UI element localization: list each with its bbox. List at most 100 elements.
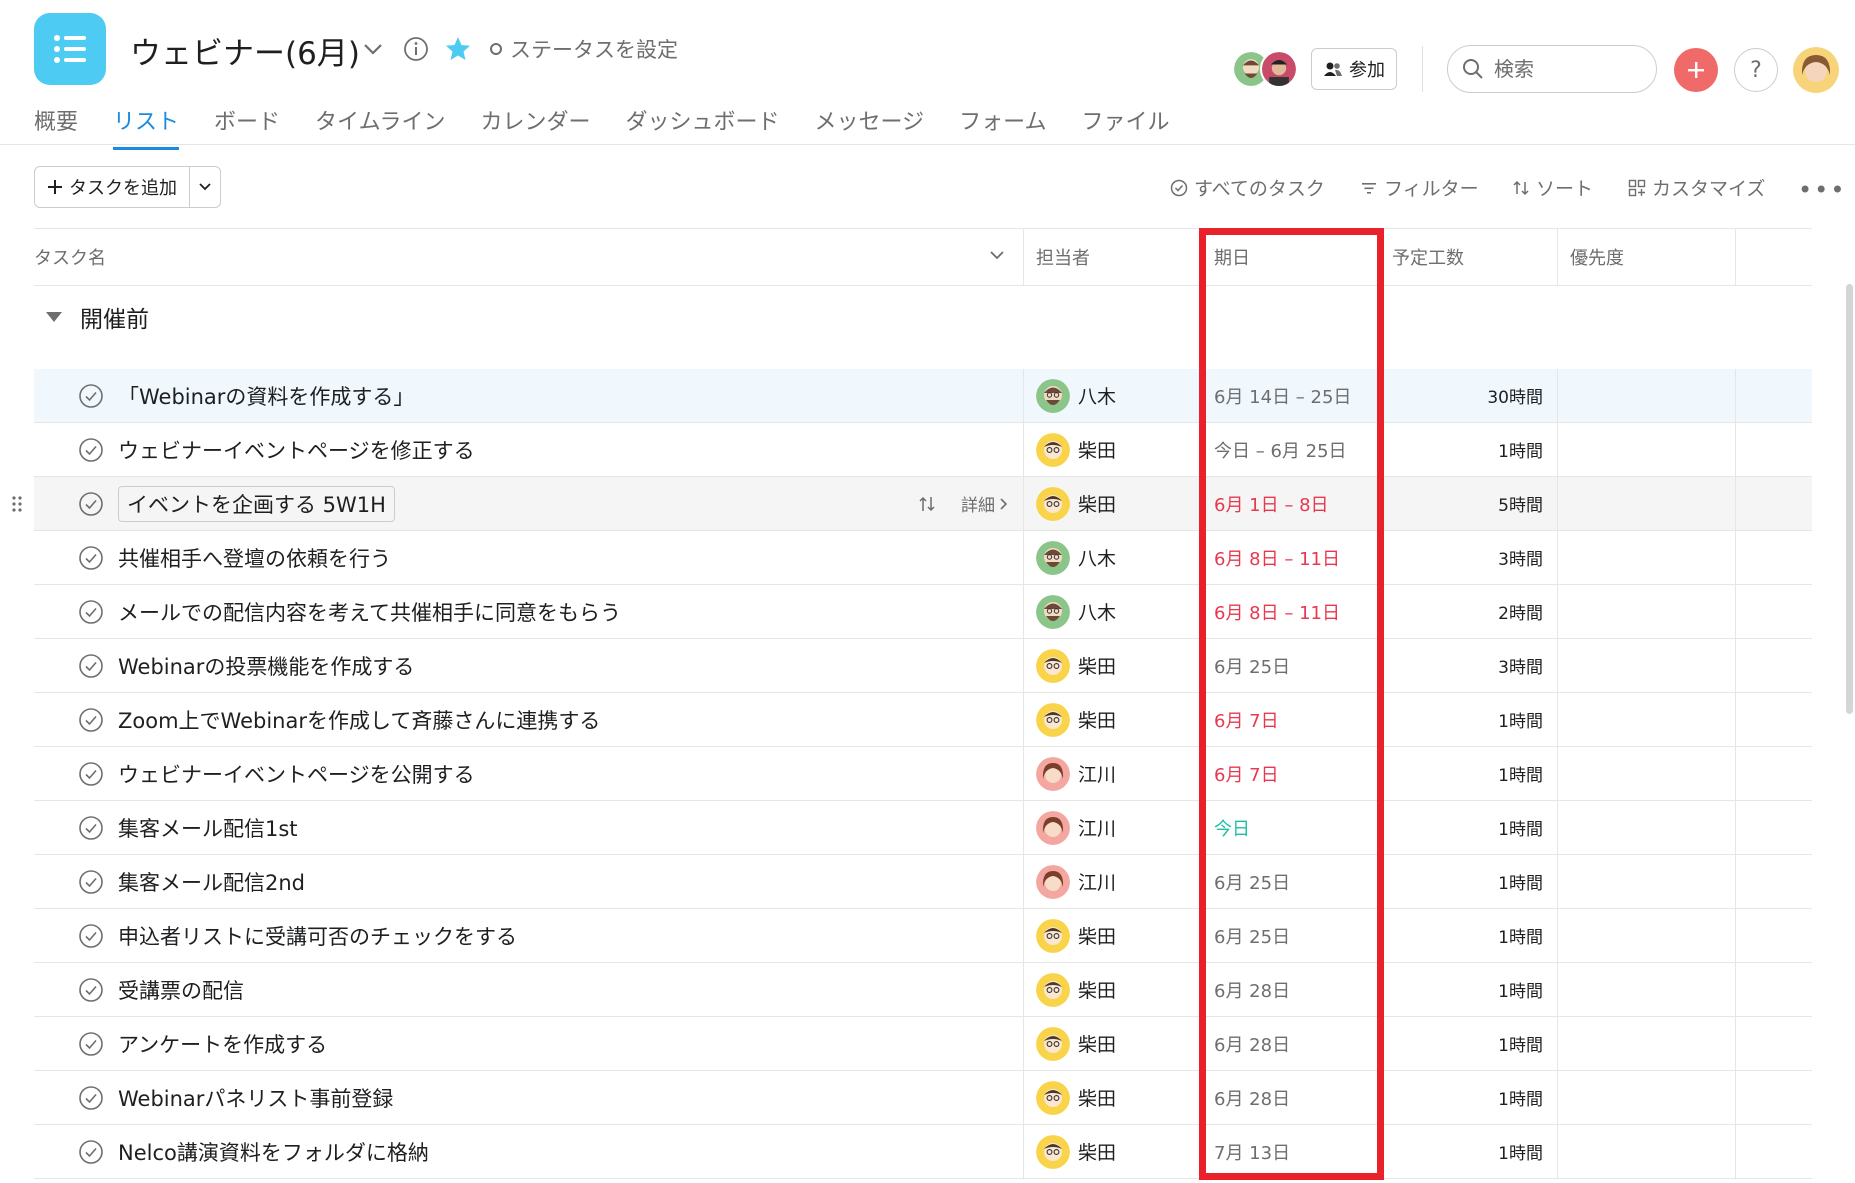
complete-check-icon[interactable]	[78, 761, 104, 787]
assignee-cell[interactable]: 柴田	[1024, 909, 1202, 962]
task-name[interactable]: Nelco講演資料をフォルダに格納	[118, 1137, 429, 1167]
estimated-effort-cell[interactable]: 1時間	[1380, 423, 1558, 476]
estimated-effort-cell[interactable]: 30時間	[1380, 369, 1558, 422]
priority-cell[interactable]	[1558, 1125, 1736, 1178]
assignee-cell[interactable]: 柴田	[1024, 1017, 1202, 1070]
assignee-cell[interactable]: 柴田	[1024, 1125, 1202, 1178]
complete-check-icon[interactable]	[78, 437, 104, 463]
priority-cell[interactable]	[1558, 801, 1736, 854]
search-box[interactable]	[1447, 45, 1657, 93]
task-name[interactable]: 「Webinarの資料を作成する」	[118, 381, 414, 411]
table-row[interactable]: Webinarパネリスト事前登録 柴田 6月 28日 1時間	[34, 1071, 1812, 1125]
complete-check-icon[interactable]	[78, 599, 104, 625]
drag-handle-icon[interactable]	[10, 495, 24, 513]
estimated-effort-cell[interactable]: 1時間	[1380, 693, 1558, 746]
task-name[interactable]: ウェビナーイベントページを修正する	[118, 435, 475, 465]
help-button[interactable]: ?	[1734, 48, 1778, 92]
assignee-cell[interactable]: 柴田	[1024, 639, 1202, 692]
customize-button[interactable]: カスタマイズ	[1628, 174, 1765, 201]
priority-cell[interactable]	[1558, 855, 1736, 908]
task-name[interactable]: 申込者リストに受講可否のチェックをする	[118, 921, 517, 951]
task-name[interactable]: メールでの配信内容を考えて共催相手に同意をもらう	[118, 597, 621, 627]
table-row[interactable]: 「Webinarの資料を作成する」 八木 6月 14日 – 25日 30時間	[34, 369, 1812, 423]
task-name-input[interactable]: イベントを企画する 5W1H	[118, 485, 395, 522]
complete-check-icon[interactable]	[78, 653, 104, 679]
task-name-cell[interactable]: 集客メール配信2nd	[34, 855, 1024, 908]
task-name-cell[interactable]: Nelco講演資料をフォルダに格納	[34, 1125, 1024, 1178]
assignee-cell[interactable]: 八木	[1024, 369, 1202, 422]
complete-check-icon[interactable]	[78, 545, 104, 571]
star-icon[interactable]	[444, 35, 472, 63]
user-avatar[interactable]	[1793, 47, 1839, 93]
table-row[interactable]: ウェビナーイベントページを公開する 江川 6月 7日 1時間	[34, 747, 1812, 801]
estimated-effort-cell[interactable]: 1時間	[1380, 1125, 1558, 1178]
task-name[interactable]: 共催相手へ登壇の依頼を行う	[118, 543, 391, 573]
join-button[interactable]: 参加	[1311, 48, 1397, 90]
task-name[interactable]: 受講票の配信	[118, 975, 244, 1005]
table-row[interactable]: Webinarの投票機能を作成する 柴田 6月 25日 3時間	[34, 639, 1812, 693]
complete-check-icon[interactable]	[78, 977, 104, 1003]
project-members[interactable]	[1232, 50, 1298, 88]
task-name-cell[interactable]: Zoom上でWebinarを作成して斉藤さんに連携する	[34, 693, 1024, 746]
task-name-cell[interactable]: 集客メール配信1st	[34, 801, 1024, 854]
priority-cell[interactable]	[1558, 423, 1736, 476]
estimated-effort-cell[interactable]: 1時間	[1380, 1017, 1558, 1070]
estimated-effort-cell[interactable]: 3時間	[1380, 639, 1558, 692]
column-header-assignee[interactable]: 担当者	[1024, 229, 1202, 285]
assignee-cell[interactable]: 柴田	[1024, 1071, 1202, 1124]
more-options-icon[interactable]: •••	[1798, 176, 1846, 204]
estimated-effort-cell[interactable]: 1時間	[1380, 747, 1558, 800]
chevron-down-icon[interactable]	[989, 249, 1005, 261]
complete-check-icon[interactable]	[78, 869, 104, 895]
scrollbar[interactable]	[1846, 284, 1853, 714]
task-name-cell[interactable]: アンケートを作成する	[34, 1017, 1024, 1070]
task-name-cell[interactable]: ウェビナーイベントページを公開する	[34, 747, 1024, 800]
task-name[interactable]: Zoom上でWebinarを作成して斉藤さんに連携する	[118, 705, 600, 735]
task-name[interactable]: Webinarの投票機能を作成する	[118, 651, 414, 681]
estimated-effort-cell[interactable]: 5時間	[1380, 477, 1558, 530]
info-icon[interactable]	[403, 36, 429, 62]
column-header-priority[interactable]: 優先度	[1558, 229, 1736, 285]
estimated-effort-cell[interactable]: 1時間	[1380, 909, 1558, 962]
estimated-effort-cell[interactable]: 2時間	[1380, 585, 1558, 638]
task-name[interactable]: Webinarパネリスト事前登録	[118, 1083, 393, 1113]
estimated-effort-cell[interactable]: 1時間	[1380, 801, 1558, 854]
task-name[interactable]: ウェビナーイベントページを公開する	[118, 759, 475, 789]
complete-check-icon[interactable]	[78, 1139, 104, 1165]
section-header[interactable]: 開催前	[34, 300, 149, 334]
priority-cell[interactable]	[1558, 369, 1736, 422]
task-name-cell[interactable]: メールでの配信内容を考えて共催相手に同意をもらう	[34, 585, 1024, 638]
estimated-effort-cell[interactable]: 1時間	[1380, 963, 1558, 1016]
task-name-cell[interactable]: Webinarパネリスト事前登録	[34, 1071, 1024, 1124]
assignee-cell[interactable]: 柴田	[1024, 423, 1202, 476]
search-input[interactable]	[1494, 57, 1634, 81]
assignee-cell[interactable]: 八木	[1024, 585, 1202, 638]
complete-check-icon[interactable]	[78, 707, 104, 733]
estimated-effort-cell[interactable]: 3時間	[1380, 531, 1558, 584]
assignee-cell[interactable]: 江川	[1024, 855, 1202, 908]
estimated-effort-cell[interactable]: 1時間	[1380, 1071, 1558, 1124]
task-name-cell[interactable]: 申込者リストに受講可否のチェックをする	[34, 909, 1024, 962]
complete-check-icon[interactable]	[78, 1085, 104, 1111]
add-task-button[interactable]: タスクを追加	[35, 167, 190, 207]
table-row[interactable]: メールでの配信内容を考えて共催相手に同意をもらう 八木 6月 8日 – 11日 2時間	[34, 585, 1812, 639]
priority-cell[interactable]	[1558, 1071, 1736, 1124]
filter-button[interactable]: フィルター	[1360, 174, 1479, 201]
table-row[interactable]: 申込者リストに受講可否のチェックをする 柴田 6月 25日 1時間	[34, 909, 1812, 963]
task-name[interactable]: アンケートを作成する	[118, 1029, 327, 1059]
complete-check-icon[interactable]	[78, 923, 104, 949]
complete-check-icon[interactable]	[78, 815, 104, 841]
priority-cell[interactable]	[1558, 585, 1736, 638]
sort-button[interactable]: ソート	[1512, 174, 1593, 201]
priority-cell[interactable]	[1558, 747, 1736, 800]
task-name-cell[interactable]: 受講票の配信	[34, 963, 1024, 1016]
caret-down-icon[interactable]	[46, 312, 62, 322]
set-status-button[interactable]: ステータスを設定	[490, 34, 678, 64]
assignee-cell[interactable]: 江川	[1024, 747, 1202, 800]
priority-cell[interactable]	[1558, 477, 1736, 530]
table-row[interactable]: 共催相手へ登壇の依頼を行う 八木 6月 8日 – 11日 3時間	[34, 531, 1812, 585]
priority-cell[interactable]	[1558, 639, 1736, 692]
table-row[interactable]: ウェビナーイベントページを修正する 柴田 今日 – 6月 25日 1時間	[34, 423, 1812, 477]
quick-add-button[interactable]	[1674, 48, 1718, 92]
chevron-down-icon[interactable]	[360, 36, 386, 62]
